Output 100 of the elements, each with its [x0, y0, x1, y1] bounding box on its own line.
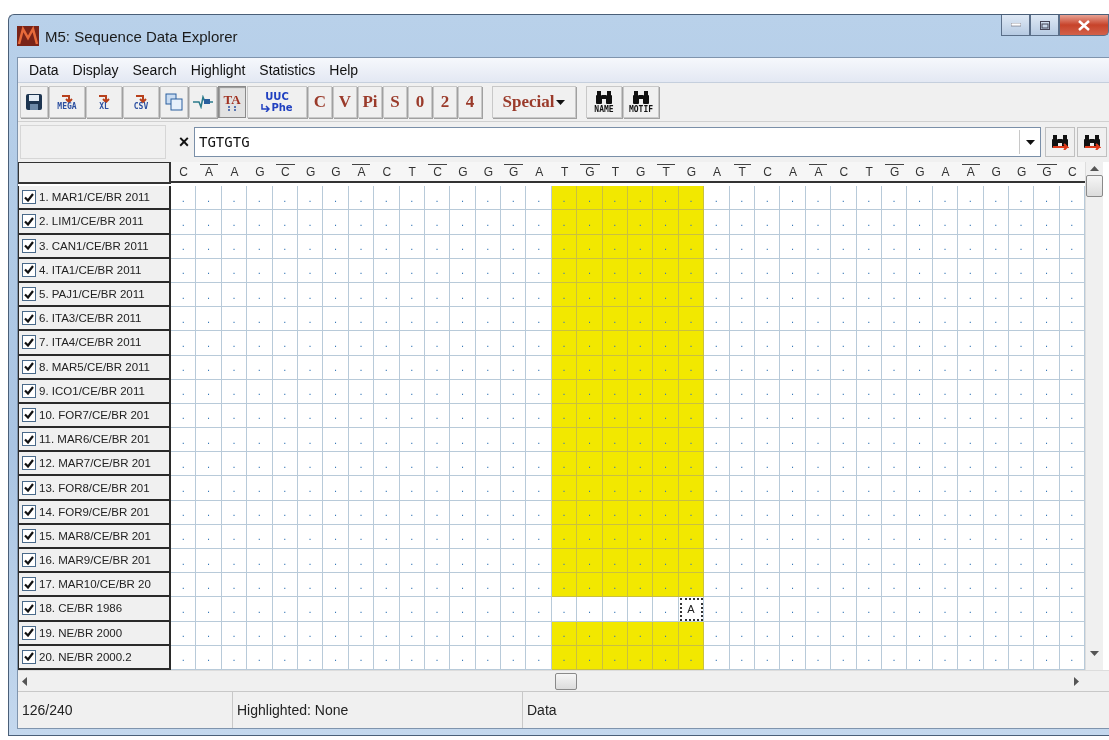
sequence-label[interactable]: 19. NE/BR 2000 [18, 621, 171, 646]
sequence-label[interactable]: 20. NE/BR 2000.2 [18, 645, 171, 670]
sequence-cell: . [1034, 307, 1060, 332]
sequence-cell: . [653, 645, 679, 670]
column-header: A [932, 162, 959, 183]
highlight-button[interactable]: S [383, 86, 407, 118]
sequence-label[interactable]: 7. ITA4/CE/BR 2011 [18, 331, 171, 356]
sequence-label[interactable]: 12. MAR7/CE/BR 201 [18, 452, 171, 477]
checkbox[interactable] [22, 190, 36, 205]
highlight-button[interactable]: 0 [408, 86, 432, 118]
vertical-scrollbar[interactable] [1085, 162, 1104, 670]
minimize-button[interactable] [1001, 15, 1030, 36]
export-button[interactable]: MEGA [49, 86, 85, 118]
checkbox[interactable] [22, 287, 36, 302]
sequence-cell: . [1034, 210, 1060, 235]
sequence-label[interactable]: 10. FOR7/CE/BR 201 [18, 403, 171, 429]
find-button[interactable]: MOTIF [623, 86, 659, 118]
column-header: A [780, 162, 806, 183]
menu-item[interactable]: Help [322, 62, 366, 78]
sequence-cell: . [1008, 331, 1035, 356]
sequence-cell: . [551, 210, 578, 235]
highlight-button[interactable]: V [333, 86, 357, 118]
checkbox[interactable] [22, 238, 36, 253]
sequence-cell: . [958, 210, 984, 235]
checkbox[interactable] [22, 456, 36, 471]
checkbox[interactable] [22, 214, 36, 229]
sequence-cell: . [577, 379, 603, 404]
sequence-label[interactable]: 1. MAR1/CE/BR 2011 [18, 186, 171, 211]
export-button[interactable]: XL [86, 86, 122, 118]
checkbox[interactable] [22, 359, 36, 374]
checkbox[interactable] [22, 553, 36, 568]
checkbox[interactable] [22, 383, 36, 398]
highlight-button[interactable]: 4 [458, 86, 482, 118]
export-button[interactable]: CSV [123, 86, 159, 118]
horizontal-scrollbar[interactable] [18, 670, 1109, 691]
sequence-cell: . [374, 403, 400, 429]
sequence-label[interactable]: 16. MAR9/CE/BR 201 [18, 549, 171, 574]
checkbox[interactable] [22, 480, 36, 495]
sequence-label[interactable]: 13. FOR8/CE/BR 201 [18, 476, 171, 501]
close-button[interactable] [1059, 15, 1109, 36]
menu-item[interactable]: Display [65, 62, 126, 78]
checkbox[interactable] [22, 528, 36, 543]
checkbox[interactable] [22, 262, 36, 277]
menu-item[interactable]: Statistics [252, 62, 323, 78]
sequence-cell: . [297, 549, 324, 574]
checkbox[interactable] [22, 407, 36, 422]
sequence-label[interactable]: 14. FOR9/CE/BR 201 [18, 500, 171, 525]
sequence-label[interactable]: 2. LIM1/CE/BR 2011 [18, 210, 171, 235]
sequence-label[interactable]: 11. MAR6/CE/BR 201 [18, 428, 171, 453]
sequence-cell: . [297, 307, 324, 332]
highlight-button[interactable]: 2 [433, 86, 457, 118]
search-field[interactable]: TGTGTG [195, 134, 1019, 150]
highlight-button[interactable]: C [308, 86, 332, 118]
find-button[interactable]: NAME [586, 86, 622, 118]
sequence-cell: . [501, 234, 527, 259]
sequence-label[interactable]: 15. MAR8/CE/BR 201 [18, 524, 171, 549]
sequence-label[interactable]: 6. ITA3/CE/BR 2011 [18, 307, 171, 332]
graph-button[interactable] [189, 86, 217, 118]
find-previous-button[interactable] [1045, 127, 1075, 157]
find-next-button[interactable] [1077, 127, 1107, 157]
toggle-button[interactable]: TA [218, 86, 246, 118]
sequence-label[interactable]: 9. ICO1/CE/BR 2011 [18, 379, 171, 404]
sequence-label[interactable]: 4. ITA1/CE/BR 2011 [18, 258, 171, 283]
sequence-cell: . [1034, 549, 1060, 574]
checkbox[interactable] [22, 601, 36, 616]
clear-search-button[interactable]: × [174, 131, 194, 153]
sequence-label[interactable]: 8. MAR5/CE/BR 2011 [18, 355, 171, 380]
menu-item[interactable]: Search [125, 62, 184, 78]
translate-button[interactable]: UUC Phe [247, 86, 307, 118]
sequence-label[interactable]: 18. CE/BR 1986 [18, 597, 171, 622]
special-dropdown[interactable]: Special [492, 86, 576, 118]
sequence-cell: . [577, 282, 603, 308]
highlight-button[interactable]: Pi [358, 86, 382, 118]
sequence-cell: . [856, 210, 882, 235]
menu-item[interactable]: Highlight [183, 62, 253, 78]
checkbox[interactable] [22, 432, 36, 447]
scroll-thumb[interactable] [555, 672, 577, 690]
checkbox[interactable] [22, 625, 36, 640]
sequence-label[interactable]: 17. MAR10/CE/BR 20 [18, 573, 171, 598]
sequence-label[interactable]: 3. CAN1/CE/BR 2011 [18, 234, 171, 259]
sequence-cell: . [1034, 597, 1060, 622]
checkbox[interactable] [22, 577, 36, 592]
scroll-thumb[interactable] [1086, 175, 1104, 197]
search-combobox[interactable]: TGTGTG [194, 127, 1041, 157]
arrow-icon [135, 93, 147, 103]
menu-item[interactable]: Data [22, 62, 66, 78]
sequence-cell: . [653, 282, 679, 308]
checkbox[interactable] [22, 335, 36, 350]
checkbox[interactable] [22, 504, 36, 519]
sequence-cell: . [831, 210, 857, 235]
column-header: G [628, 162, 654, 183]
checkbox[interactable] [22, 649, 36, 664]
sequence-cell: . [704, 403, 730, 429]
maximize-button[interactable] [1030, 15, 1059, 36]
sequence-cell: . [247, 186, 273, 211]
sequence-cell: . [755, 186, 781, 211]
sequence-cell: . [424, 186, 451, 211]
save-button[interactable] [20, 86, 48, 118]
checkbox[interactable] [22, 311, 36, 326]
sequence-label[interactable]: 5. PAJ1/CE/BR 2011 [18, 282, 171, 308]
